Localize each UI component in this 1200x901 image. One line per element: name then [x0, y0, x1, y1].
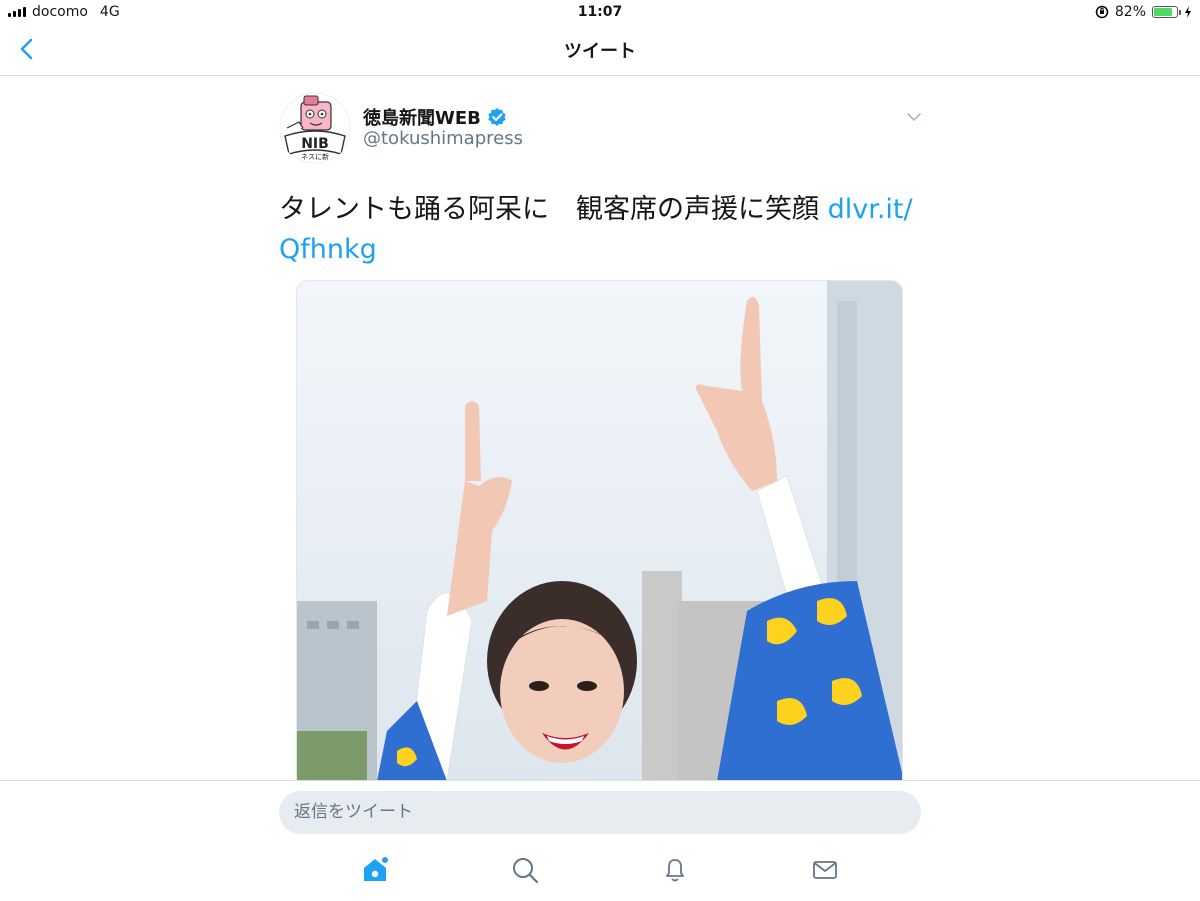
battery-icon: [1152, 6, 1181, 18]
verified-badge-icon: [488, 108, 506, 126]
dancer-photo-image: [297, 281, 902, 780]
mail-icon[interactable]: [810, 855, 840, 885]
status-right: 82%: [1095, 4, 1192, 20]
charging-bolt-icon: [1185, 6, 1191, 18]
status-time: 11:07: [577, 4, 623, 20]
author-handle[interactable]: @tokushimapress: [363, 128, 523, 149]
search-icon[interactable]: [510, 855, 540, 885]
page-title: ツイート: [564, 41, 636, 62]
nav-bar: ツイート: [0, 24, 1200, 76]
tweet-body: タレントも踊る阿呆に 観客席の声援に笑顔: [279, 194, 828, 225]
tweet-link-part1[interactable]: dlvr.it/: [828, 194, 913, 225]
bell-icon[interactable]: [660, 855, 690, 885]
avatar[interactable]: NIB ネスに新: [279, 92, 351, 164]
battery-percent: 82%: [1114, 4, 1146, 20]
author-name-row: 徳島新聞WEB: [363, 104, 507, 130]
status-bar: docomo 4G 11:07 82%: [0, 0, 1200, 24]
reply-input[interactable]: 返信をツイート: [279, 791, 921, 834]
avatar-subtext: ネスに新: [301, 152, 329, 161]
tweet-link-part2[interactable]: Qfhnkg: [279, 234, 377, 265]
chevron-down-icon[interactable]: [905, 110, 923, 124]
avatar-text: NIB: [301, 136, 329, 152]
tweet-photo[interactable]: [296, 280, 903, 780]
bottom-bar: 返信をツイート: [0, 780, 1200, 901]
newspaper-mascot-logo: NIB ネスに新: [279, 92, 351, 164]
orientation-lock-icon: [1095, 5, 1109, 19]
home-icon[interactable]: [360, 855, 390, 885]
tweet-text: タレントも踊る阿呆に 観客席の声援に笑顔 dlvr.it/Qfhnkg: [279, 190, 929, 270]
display-name[interactable]: 徳島新聞WEB: [363, 104, 481, 130]
